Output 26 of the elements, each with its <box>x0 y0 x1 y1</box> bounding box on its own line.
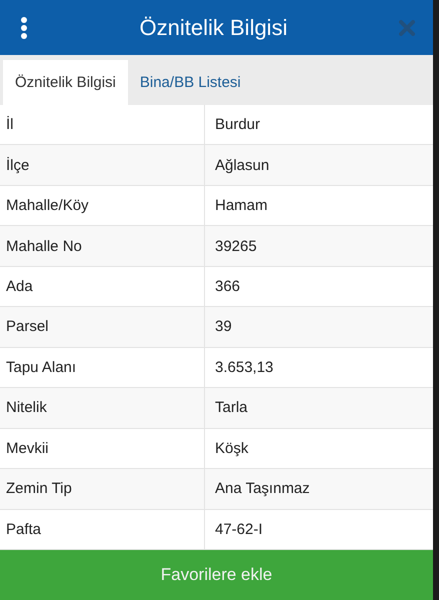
table-cell: Zemin Tip <box>0 469 205 509</box>
table-cell-text: Tarla <box>214 398 249 418</box>
table-cell-text: 3.653,13 <box>214 358 274 378</box>
tab[interactable]: Bina/BB Listesi <box>128 60 253 105</box>
window-title: Öznitelik Bilgisi <box>140 14 288 40</box>
table-cell-text: Köşk <box>214 438 250 459</box>
table-cell: Mahalle No <box>0 226 205 266</box>
table-cell-text: 39265 <box>214 236 258 257</box>
table-cell: Nitelik <box>0 388 205 428</box>
menu-icon[interactable] <box>20 16 28 38</box>
table-cell: Mahalle/Köy <box>0 186 205 226</box>
table-cell-text: 366 <box>214 277 242 298</box>
table-cell: Parsel <box>0 307 205 347</box>
table-cell: İlçe <box>0 145 205 185</box>
table-cell: İl <box>0 105 205 144</box>
table-cell-text: Hamam <box>214 196 269 216</box>
table-cell: Tapu Alanı <box>0 348 205 388</box>
table-cell-text: Burdur <box>214 115 262 136</box>
table-cell-text: 39 <box>214 317 233 338</box>
table-cell-text: Ana Taşınmaz <box>214 479 311 500</box>
table-cell-text: 47-62-I <box>214 520 264 540</box>
tab[interactable]: Öznitelik Bilgisi <box>3 60 128 105</box>
table-cell: Pafta <box>0 510 205 549</box>
table-cell: Mevkii <box>0 428 205 468</box>
table-cell: Ada <box>0 266 205 306</box>
table-cell-text: Ağlasun <box>214 156 270 176</box>
